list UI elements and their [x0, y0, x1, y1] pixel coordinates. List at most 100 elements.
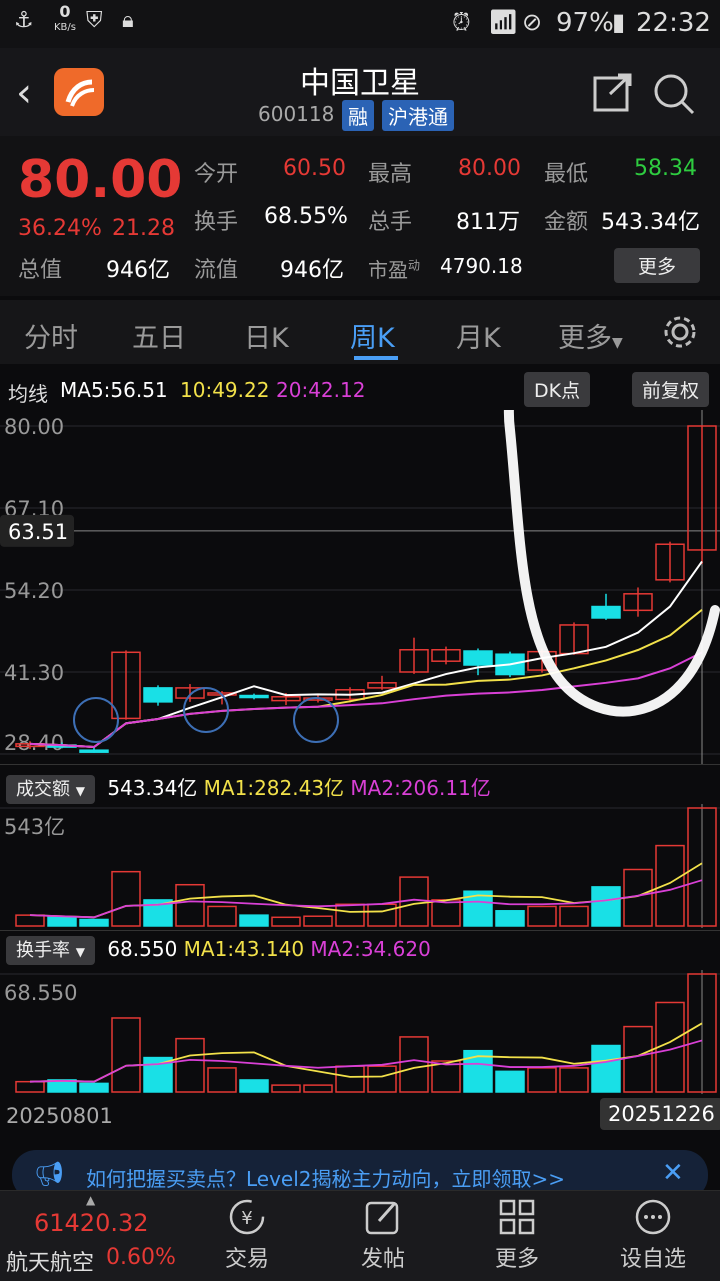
high-label: 最高: [368, 162, 413, 187]
candle-body: [79, 749, 109, 753]
amount-bar: [559, 905, 589, 927]
amount-bar: [495, 910, 525, 927]
share-icon[interactable]: [592, 72, 634, 118]
turnover-bar: [239, 1079, 269, 1093]
y-tick-label: 54.20: [4, 579, 64, 603]
adjust-button[interactable]: 前复权: [632, 372, 710, 407]
megaphone-icon: 📢︎: [34, 1160, 65, 1188]
wifi-icon: 📶︎: [488, 8, 519, 36]
more-button[interactable]: 更多: [614, 248, 701, 283]
amount-chart: 543亿: [0, 804, 720, 928]
low-value: 58.34: [634, 156, 697, 181]
turnover-bar: [623, 1025, 653, 1093]
tab-five-day[interactable]: 五日: [132, 316, 186, 355]
turnover-selector[interactable]: 换手率 ▼: [6, 936, 95, 965]
tab-weekly-k[interactable]: 周K: [350, 316, 395, 355]
turnover-ma2: MA2:34.620: [310, 937, 431, 961]
ma-legend: 均线 MA5:56.51 10:49.22 20:42.12 DK点 前复权: [0, 370, 720, 408]
date-end: 20251226: [600, 1098, 720, 1130]
period-tabs: 分时 五日 日K 周K 月K 更多▼: [0, 300, 720, 364]
yuan-icon: ¥: [229, 1199, 265, 1235]
tab-monthly-k[interactable]: 月K: [456, 316, 501, 355]
close-icon[interactable]: ✕: [662, 1158, 684, 1188]
amount-selector[interactable]: 成交额 ▼: [6, 775, 95, 804]
turnover-bar: [175, 1037, 205, 1093]
candle-body: [591, 605, 621, 619]
turnover-bar: [431, 1060, 461, 1093]
candle-body: [463, 650, 493, 666]
amount-panel-header: 成交额 ▼ 543.34亿 MA1:282.43亿 MA2:206.11亿: [6, 772, 491, 804]
ma20-line: [29, 651, 703, 749]
dots-icon: [635, 1199, 671, 1235]
turnover-bar: [527, 1067, 557, 1093]
amount-top-label: 543亿: [4, 815, 65, 839]
index-ticker[interactable]: ▲ 61420.32 航天航空 0.60%: [0, 1191, 180, 1281]
total-value-label: 总值: [18, 258, 63, 283]
battery-percent: 97%: [556, 8, 614, 38]
tab-more[interactable]: 更多▼: [558, 316, 623, 355]
turnover-bar: [79, 1082, 109, 1093]
last-price: 80.00: [18, 150, 183, 210]
index-change: 0.60%: [106, 1245, 176, 1270]
notification-icon: ⚓: [14, 8, 34, 33]
ma10-value: 10:49.22: [180, 378, 270, 402]
nav-post[interactable]: 发帖: [318, 1191, 448, 1273]
amount-bar: [271, 916, 301, 927]
settings-icon[interactable]: [662, 314, 698, 357]
turnover-bar: [207, 1067, 237, 1093]
volume-label: 总手: [368, 210, 413, 235]
caret-up-icon: ▲: [86, 1193, 96, 1207]
margin-tag: 融: [342, 100, 374, 131]
turnover-value: 68.55%: [264, 204, 348, 229]
status-bar: ⚓ 0 KB/s ⛨ 🔒︎ ⏰︎ 📶︎ ⊘ 97% ▮ 22:32: [0, 0, 720, 48]
nav-add-watchlist[interactable]: 设自选: [588, 1191, 718, 1273]
kline-chart[interactable]: 80.0067.1054.2041.3028.4063.51: [0, 410, 720, 764]
amount-bar: [47, 916, 77, 927]
zoom-out-icon: [293, 697, 339, 743]
quote-panel: 80.00 36.24% 21.28 总值 946亿 今开 60.50 最高 8…: [0, 136, 720, 296]
battery-icon: ▮: [612, 8, 626, 36]
turnover-bar: [559, 1067, 589, 1093]
turnover-ma1: MA1:43.140: [183, 937, 305, 961]
tab-daily-k[interactable]: 日K: [244, 316, 289, 355]
turnover-top-label: 68.550: [4, 981, 77, 1005]
ma20-value: 20:42.12: [276, 378, 366, 402]
index-name: 航天航空: [6, 1251, 95, 1276]
grid-icon: [499, 1199, 535, 1235]
amount-bar: [527, 905, 557, 927]
amount-current: 543.34亿: [107, 776, 198, 800]
index-value: 61420.32: [34, 1209, 149, 1237]
open-label: 今开: [194, 162, 239, 187]
candle-body: [143, 687, 173, 703]
ma10-line: [29, 608, 703, 749]
alarm-icon: ⏰︎: [452, 8, 471, 36]
amount-bar: [303, 915, 333, 927]
nav-more[interactable]: 更多: [452, 1191, 582, 1273]
amount-ma1: MA1:282.43亿: [203, 776, 345, 800]
search-icon[interactable]: [652, 72, 696, 120]
amount-ma2: MA2:206.11亿: [350, 776, 491, 800]
low-label: 最低: [544, 162, 589, 187]
amount-bar: [655, 844, 685, 927]
float-value: 946亿: [280, 258, 344, 283]
amount-bar: [239, 914, 269, 927]
tab-intraday[interactable]: 分时: [24, 316, 78, 355]
amount-bar: [591, 886, 621, 927]
amount-bar: [367, 903, 397, 927]
edit-icon: [365, 1201, 399, 1235]
nav-trade[interactable]: ¥ 交易: [182, 1191, 312, 1273]
dk-point-button[interactable]: DK点: [524, 372, 591, 407]
change-amount: 21.28: [112, 216, 175, 241]
turnover-label: 换手: [194, 210, 239, 235]
shield-icon: ⛨: [86, 8, 103, 33]
y-tick-label: 80.00: [4, 415, 64, 439]
turnover-bar: [303, 1084, 333, 1093]
dnd-icon: ⊘: [522, 8, 543, 36]
pe-value: 4790.18: [440, 254, 523, 278]
open-value: 60.50: [283, 156, 346, 181]
stock-code: 600118: [258, 102, 335, 126]
stock-header: ‹ 中国卫星 600118 融 沪港通: [0, 48, 720, 136]
caret-down-icon: ▼: [75, 945, 85, 959]
caret-down-icon: ▼: [612, 335, 623, 351]
volume-value: 811万: [456, 210, 520, 235]
